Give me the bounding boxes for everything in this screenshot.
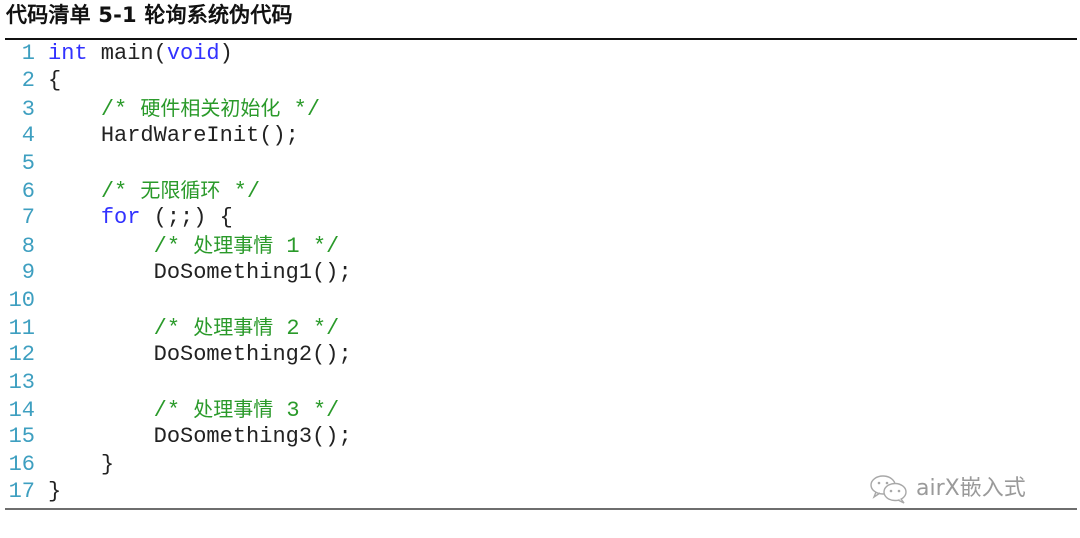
wechat-icon [870,475,907,504]
code-line: 9 DoSomething1(); [8,259,352,286]
line-number: 17 [8,479,35,505]
code-keyword: for [100,205,141,231]
line-number: 15 [8,424,35,450]
line-number: 7 [21,205,35,231]
code-listing-caption: 代码清单 5-1 轮询系统伪代码 [6,3,293,27]
code-line: 16 } [8,451,352,478]
code-text: } [100,451,115,477]
code-line: 12 DoSomething2(); [8,341,352,368]
code-line: 3 /* 硬件相关初始化 */ [8,95,352,122]
code-line: 5 [8,150,352,177]
watermark-text: airX嵌入式 [916,476,1026,501]
code-comment: /* 硬件相关初始化 */ [100,95,321,122]
line-number: 2 [21,68,35,94]
line-number: 16 [8,451,35,477]
code-line: 14 /* 处理事情 3 */ [8,396,352,423]
code-line: 4 HardWareInit(); [8,122,352,149]
code-keyword: int [48,41,88,66]
code-text: } [48,479,62,505]
code-line: 17} [8,478,352,505]
code-text: ) [219,41,233,66]
line-number: 6 [21,178,35,204]
code-block: 1 int main(void) 2{3 /* 硬件相关初始化 */4 HardWa… [8,40,352,506]
line-number: 11 [8,315,35,341]
line-number: 10 [8,287,35,313]
line-number: 13 [8,369,35,395]
code-comment: /* 处理事情 1 */ [153,232,340,259]
code-text: { [48,68,62,94]
line-number: 4 [21,123,35,149]
watermark: airX嵌入式 [868,474,1026,504]
code-line: 6 /* 无限循环 */ [8,177,352,204]
code-line: 11 /* 处理事情 2 */ [8,314,352,341]
code-line: 1 int main(void) [8,40,352,67]
bottom-rule [5,508,1077,510]
line-number: 14 [8,398,35,424]
code-text: main( [87,41,167,66]
code-comment: /* 无限循环 */ [100,177,261,204]
code-line: 15 DoSomething3(); [8,423,352,450]
line-number: 8 [21,233,35,259]
line-number: 12 [8,342,35,368]
line-number: 5 [21,150,35,176]
code-line: 7 for (;;) { [8,204,352,231]
line-number: 1 [21,41,35,66]
code-text: HardWareInit(); [100,123,299,149]
code-line: 8 /* 处理事情 1 */ [8,232,352,259]
code-text: DoSomething1(); [153,260,352,286]
code-comment: /* 处理事情 3 */ [153,397,340,424]
code-text: DoSomething3(); [153,424,352,450]
code-keyword: void [166,41,220,66]
code-text: (;;) { [140,205,233,231]
code-line: 2{ [8,67,352,94]
code-line: 10 [8,287,352,314]
code-line: 13 [8,369,352,396]
code-comment: /* 处理事情 2 */ [153,314,340,341]
line-number: 3 [21,96,35,122]
line-number: 9 [21,260,35,286]
code-text: DoSomething2(); [153,342,352,368]
